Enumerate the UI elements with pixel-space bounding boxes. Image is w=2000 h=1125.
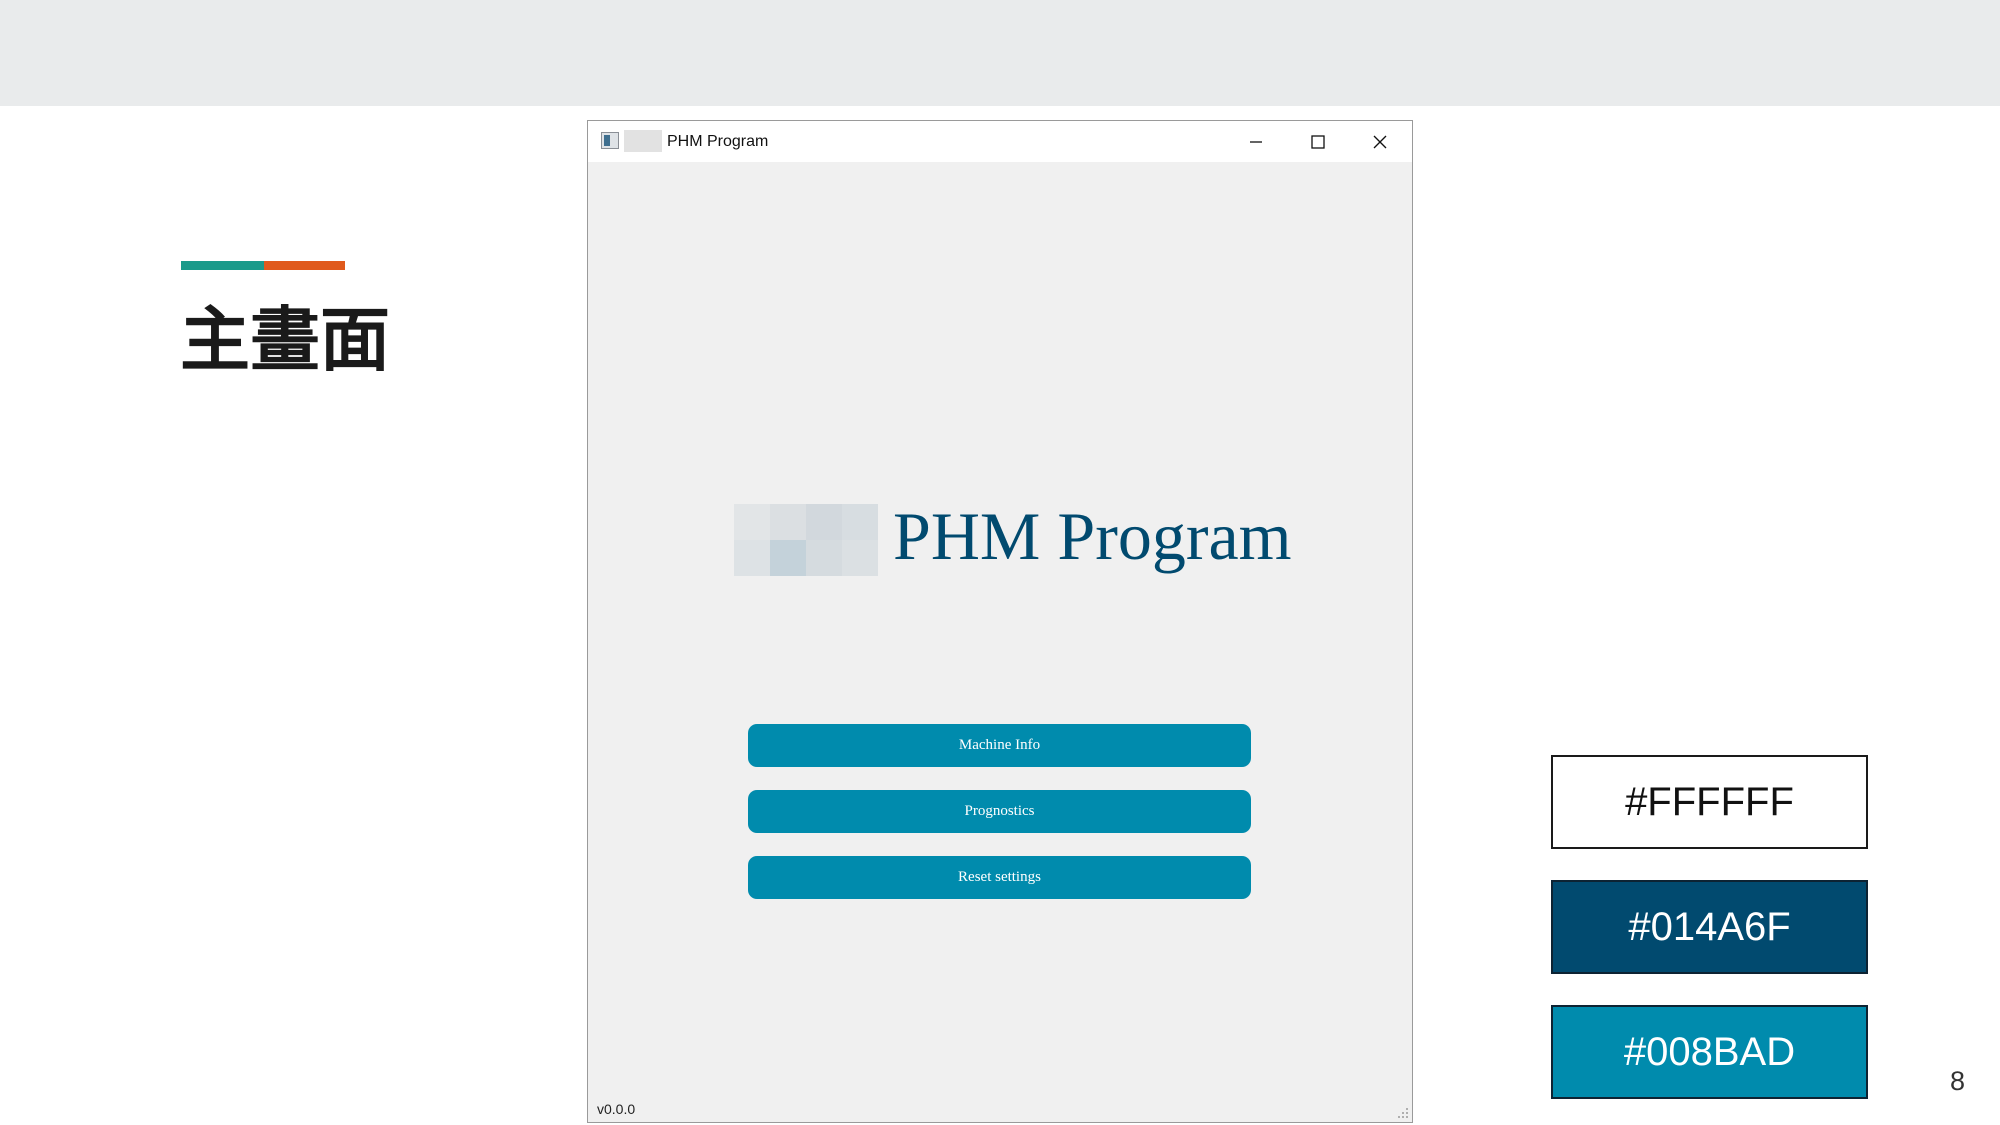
logo-tile — [770, 540, 806, 576]
maximize-icon — [1311, 134, 1325, 149]
close-icon — [1373, 135, 1387, 148]
color-swatch-navy: #014A6F — [1551, 880, 1868, 974]
slide-top-band — [0, 0, 2000, 106]
version-label: v0.0.0 — [597, 1101, 636, 1117]
logo-tile — [734, 540, 770, 576]
reset-settings-button[interactable]: Reset settings — [748, 856, 1251, 899]
logo-tile — [770, 504, 806, 540]
window-title: PHM Program — [667, 133, 769, 150]
prognostics-button[interactable]: Prognostics — [748, 790, 1251, 833]
app-heading: PHM Program — [893, 498, 1292, 574]
color-swatch-teal: #008BAD — [1551, 1005, 1868, 1099]
logo-tile — [842, 540, 878, 576]
logo-tile — [806, 540, 842, 576]
window-titlebar[interactable]: PHM Program — [588, 121, 1412, 162]
title-accent-teal — [181, 261, 264, 270]
resize-grip-icon[interactable] — [1397, 1107, 1409, 1119]
close-button[interactable] — [1350, 121, 1410, 162]
minimize-icon — [1250, 140, 1262, 143]
slide-title: 主畫面 — [180, 299, 390, 381]
color-swatch-white: #FFFFFF — [1551, 755, 1868, 849]
app-logo — [734, 504, 878, 576]
title-accent-orange — [264, 261, 345, 270]
machine-info-button[interactable]: Machine Info — [748, 724, 1251, 767]
logo-tile — [806, 504, 842, 540]
app-body: PHM Program Machine Info Prognostics Res… — [588, 162, 1412, 1122]
logo-tile — [842, 504, 878, 540]
logo-tile — [734, 504, 770, 540]
app-window-icon — [601, 132, 619, 149]
minimize-button[interactable] — [1226, 121, 1286, 162]
maximize-button[interactable] — [1288, 121, 1348, 162]
page-number: 8 — [1950, 1066, 1966, 1096]
redacted-title-prefix — [624, 130, 662, 152]
app-window: PHM Program PHM Program Machine Info Pro… — [587, 120, 1413, 1123]
